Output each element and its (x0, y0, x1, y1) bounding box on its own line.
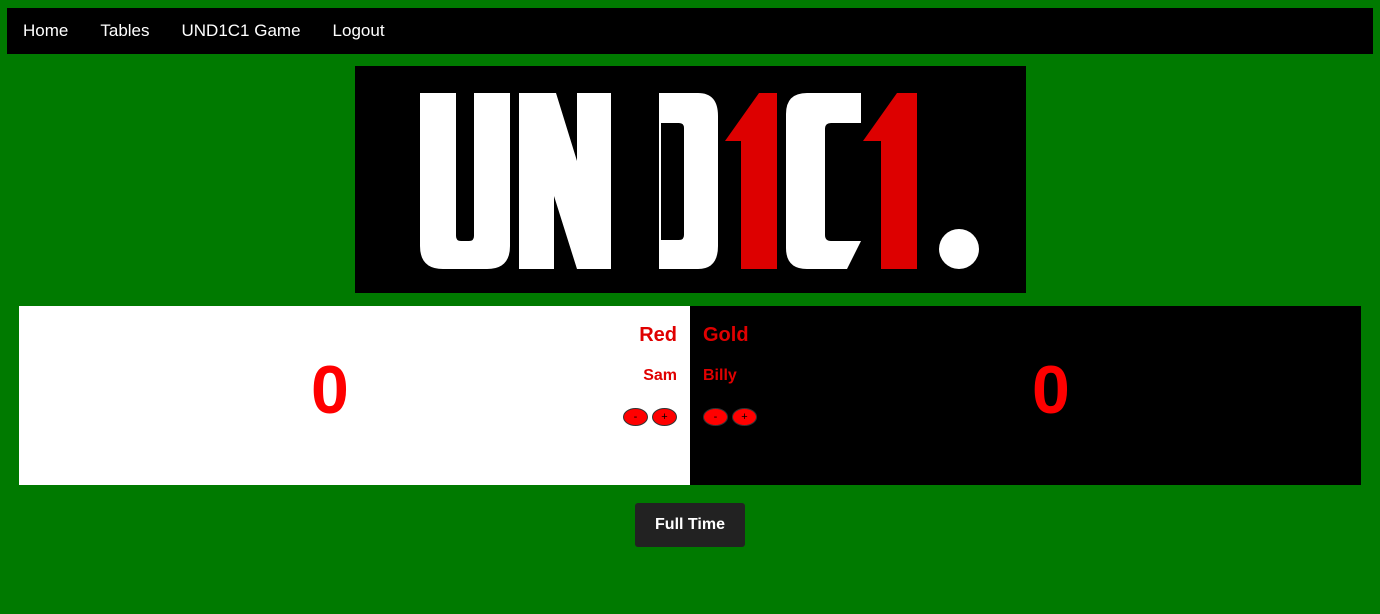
team-panel-red: 0 Red Sam - + (19, 306, 690, 485)
und1c1-logo (355, 66, 1026, 293)
team-name-red: Red (639, 324, 677, 346)
nav-link-und1c1-game[interactable]: UND1C1 Game (166, 8, 317, 54)
nav-link-logout[interactable]: Logout (317, 8, 401, 54)
decrement-score-red-button[interactable]: - (623, 408, 648, 426)
nav-link-tables[interactable]: Tables (84, 8, 165, 54)
nav-link-home[interactable]: Home (7, 8, 84, 54)
team-name-gold: Gold (703, 324, 749, 346)
player-name-sam: Sam (643, 367, 677, 384)
top-navbar: Home Tables UND1C1 Game Logout (7, 8, 1373, 54)
score-red: 0 (311, 352, 349, 428)
score-gold: 0 (1032, 352, 1070, 428)
increment-score-gold-button[interactable]: + (732, 408, 757, 426)
score-controls-red: - + (623, 408, 677, 426)
player-name-billy: Billy (703, 367, 737, 384)
full-time-button[interactable]: Full Time (635, 503, 745, 547)
decrement-score-gold-button[interactable]: - (703, 408, 728, 426)
team-panel-gold: 0 Gold Billy - + (690, 306, 1361, 485)
score-controls-gold: - + (703, 408, 757, 426)
und1c1-logo-graphic (420, 93, 979, 269)
increment-score-red-button[interactable]: + (652, 408, 677, 426)
